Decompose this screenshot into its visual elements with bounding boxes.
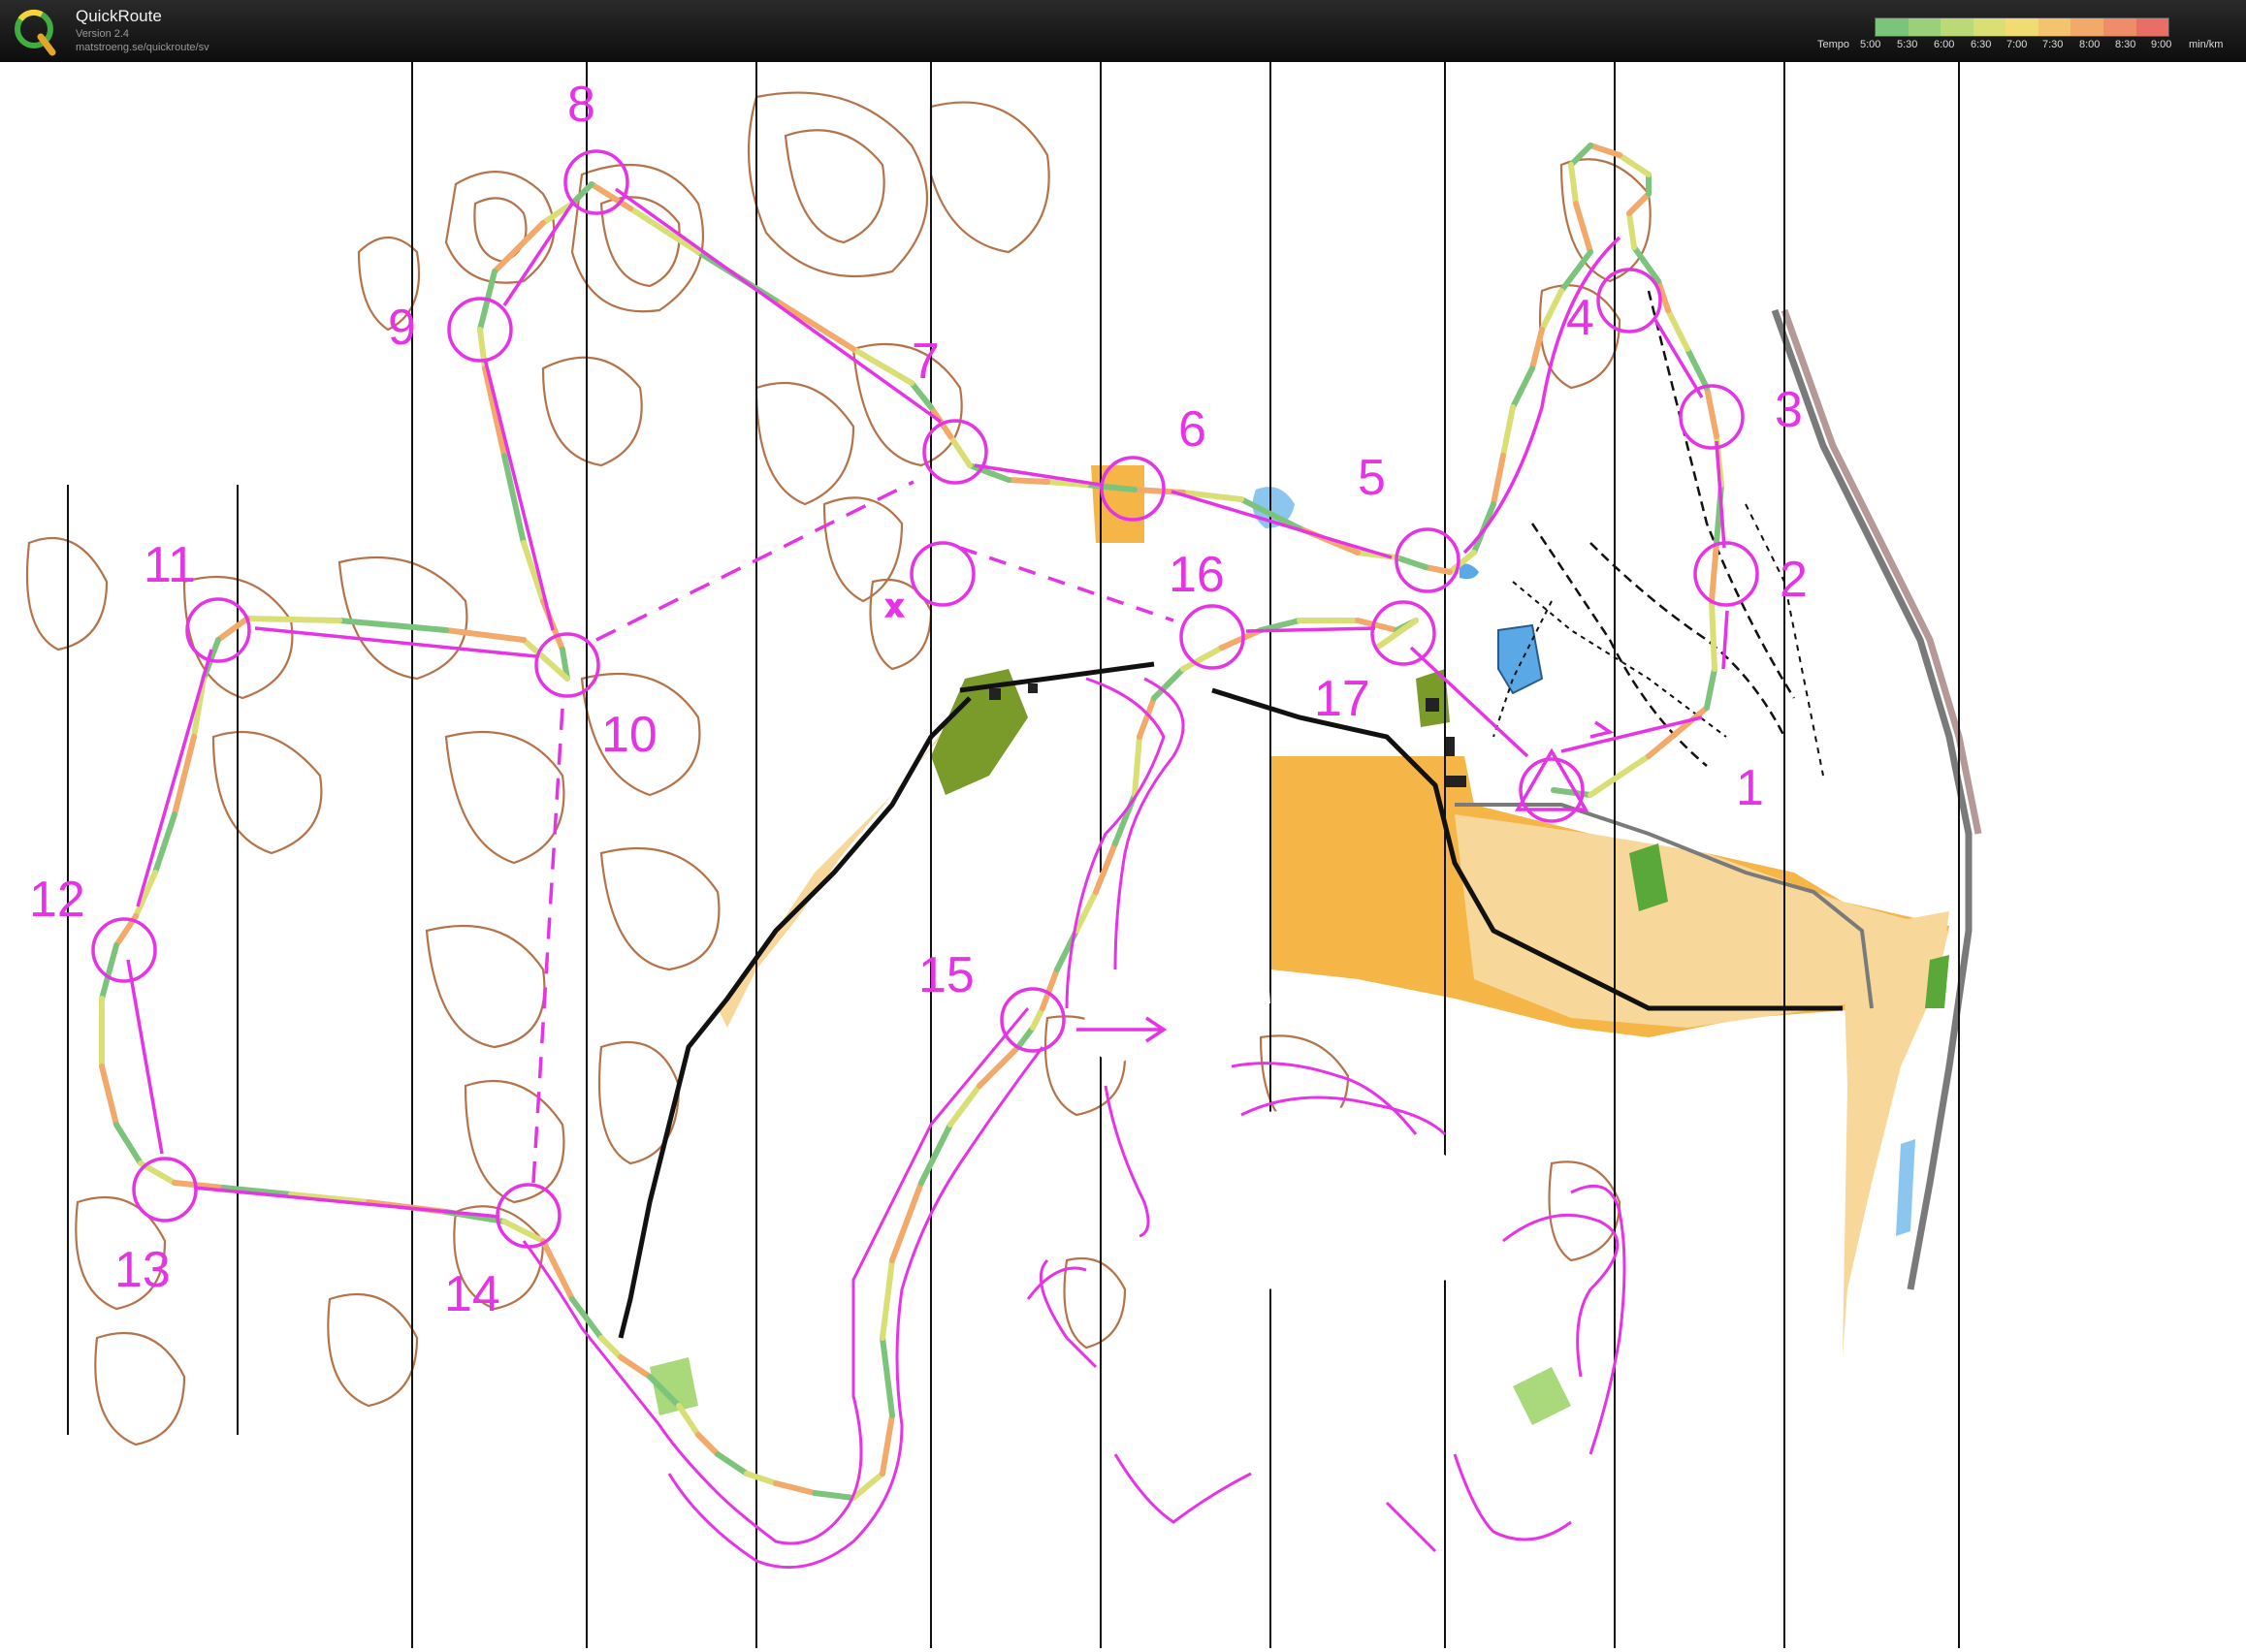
control-number-label: 4	[1566, 290, 1594, 346]
tempo-tick: 7:00	[2006, 39, 2028, 50]
tempo-swatch	[2102, 18, 2136, 36]
tempo-swatch	[2070, 18, 2103, 36]
control-number-label: 6	[1178, 401, 1206, 458]
tempo-swatch	[1941, 18, 1973, 36]
route-segment	[1006, 477, 1050, 485]
control-number-label: 7	[912, 334, 940, 390]
control-number-label: 8	[567, 77, 595, 133]
tempo-tick: 5:00	[1860, 39, 1881, 50]
tempo-color-scale	[1875, 17, 2169, 37]
control-number-label: 15	[918, 947, 975, 1003]
tempo-tick: 6:00	[1934, 39, 1955, 50]
tempo-tick: 6:30	[1971, 39, 1992, 50]
tempo-swatch	[1973, 18, 2006, 36]
app-version: Version 2.4	[76, 28, 130, 40]
tempo-tick: 9:00	[2151, 39, 2172, 50]
crossing-point-icon: x	[887, 590, 902, 622]
route-segment	[244, 616, 342, 623]
control-number-label: 14	[444, 1266, 500, 1322]
tempo-swatch	[1908, 18, 1941, 36]
control-number-label: 5	[1358, 450, 1386, 506]
tempo-unit: min/km	[2189, 39, 2224, 50]
control-number-label: 3	[1775, 382, 1803, 438]
control-number-label: 13	[114, 1242, 171, 1298]
control-number-label: 2	[1780, 552, 1808, 608]
tempo-swatch	[2135, 18, 2169, 36]
control-number-label: 9	[388, 300, 416, 356]
top-bar: QuickRoute Version 2.4 matstroeng.se/qui…	[0, 0, 2246, 62]
tempo-tick: 7:30	[2042, 39, 2064, 50]
control-number-label: 17	[1314, 671, 1370, 727]
tempo-swatch	[1876, 18, 1909, 36]
tempo-swatch	[2037, 18, 2071, 36]
control-number-label: 1	[1736, 760, 1764, 816]
tempo-tick: 8:30	[2115, 39, 2136, 50]
tempo-tick: 8:00	[2079, 39, 2101, 50]
orienteering-map[interactable]: x 12345678910111213 14151617	[0, 62, 2246, 1652]
tempo-tick: 5:30	[1897, 39, 1918, 50]
control-number-label: 12	[29, 872, 85, 928]
tempo-label: Tempo	[1817, 39, 1850, 50]
route-segment	[1709, 598, 1717, 672]
tempo-swatch	[2005, 18, 2038, 36]
control-number-label: 10	[601, 707, 658, 763]
control-number-label: 11	[144, 537, 196, 593]
quickroute-logo-icon	[15, 9, 56, 56]
app-title: QuickRoute	[76, 7, 162, 25]
app-url: matstroeng.se/quickroute/sv	[76, 42, 209, 53]
control-number-label: 16	[1169, 547, 1225, 603]
